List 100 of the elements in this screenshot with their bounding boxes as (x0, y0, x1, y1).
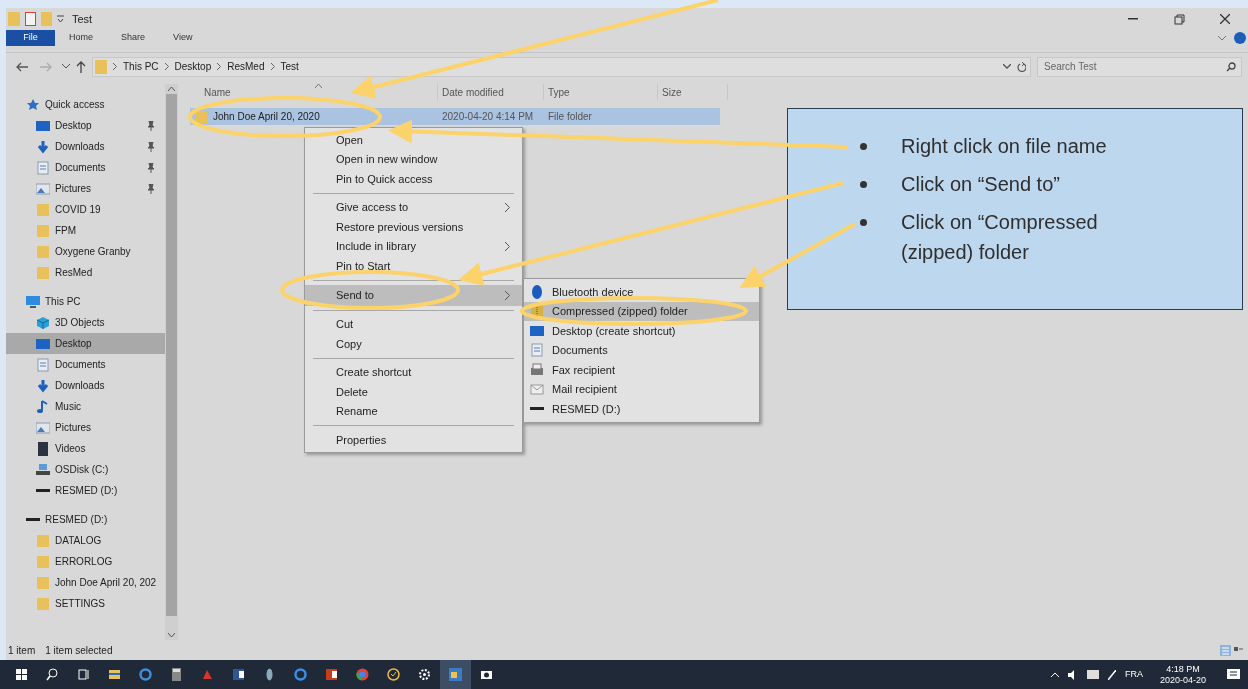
menu-item[interactable]: Documents (524, 340, 759, 360)
nav-item[interactable]: Desktop (6, 115, 165, 136)
calculator-icon[interactable] (169, 667, 184, 682)
menu-item[interactable]: Rename (305, 401, 522, 421)
nav-item[interactable]: Music (6, 396, 165, 417)
menu-item[interactable]: RESMED (D:) (524, 399, 759, 419)
file-row[interactable]: John Doe April 20, 2020 2020-04-20 4:14 PM File folder (190, 108, 720, 125)
search-field[interactable]: Search Test (1037, 56, 1242, 77)
ribbon-tab[interactable]: View (159, 30, 207, 46)
help-icon[interactable] (1234, 32, 1246, 44)
address-field[interactable]: This PC Desktop ResMed Test (92, 56, 1031, 77)
chevron-up-icon[interactable] (1050, 672, 1059, 677)
nav-item[interactable]: Quick access (6, 94, 165, 115)
nav-item[interactable]: SETTINGS (6, 593, 165, 614)
menu-item[interactable]: Create shortcut (305, 362, 522, 382)
search-icon[interactable] (45, 667, 60, 682)
notification-icon[interactable] (1227, 668, 1240, 681)
menu-item[interactable]: Open in new window (305, 149, 522, 169)
circle-icon[interactable] (355, 667, 370, 682)
folder-icon[interactable] (107, 667, 122, 682)
nav-item[interactable]: ERRORLOG (6, 551, 165, 572)
properties-icon[interactable] (25, 12, 36, 26)
check-circle-icon[interactable] (386, 667, 401, 682)
breadcrumb[interactable]: Test (280, 59, 299, 74)
scroll-down-icon[interactable] (168, 632, 175, 638)
menu-item[interactable]: Pin to Quick access (305, 169, 522, 189)
back-icon[interactable] (16, 61, 28, 72)
pen-icon[interactable] (1107, 669, 1116, 680)
menu-item[interactable]: Open (305, 130, 522, 150)
scrollbar-thumb[interactable] (166, 94, 177, 616)
nav-item[interactable]: COVID 19 (6, 199, 165, 220)
dropdown-icon[interactable] (1003, 64, 1011, 69)
network-icon[interactable] (1086, 670, 1099, 679)
nav-item[interactable]: Videos (6, 438, 165, 459)
nav-item[interactable]: RESMED (D:) (6, 509, 165, 530)
menu-item[interactable]: Copy (305, 334, 522, 354)
up-arrow-icon[interactable] (76, 60, 86, 73)
scroll-up-icon[interactable] (168, 86, 175, 92)
item-count: 1 item (8, 643, 36, 658)
menu-item[interactable]: Bluetooth device (524, 282, 759, 302)
ribbon-tab[interactable]: Home (55, 30, 107, 46)
menu-item[interactable]: Restore previous versions (305, 217, 522, 237)
date-modified: 2020-04-20 4:14 PM (441, 110, 535, 124)
nav-item[interactable]: RESMED (D:) (6, 480, 165, 501)
minimize-icon (1128, 18, 1138, 20)
folder-icon (36, 554, 50, 569)
dropdown-icon[interactable] (62, 64, 70, 69)
breadcrumb[interactable]: Desktop (174, 59, 212, 74)
refresh-icon[interactable] (1017, 61, 1026, 72)
folder-icon (36, 265, 50, 280)
nav-item[interactable]: Downloads (6, 136, 165, 157)
customize-icon[interactable] (57, 15, 64, 23)
nav-item[interactable]: FPM (6, 220, 165, 241)
nav-item[interactable]: Pictures (6, 178, 165, 199)
start-icon[interactable] (14, 667, 29, 682)
nav-item[interactable]: John Doe April 20, 202 (6, 572, 165, 593)
settings-icon[interactable] (417, 667, 432, 682)
nav-item[interactable]: Oxygene Granby (6, 241, 165, 262)
nav-item[interactable]: 3D Objects (6, 312, 165, 333)
bluetooth-icon (530, 284, 544, 299)
instruction-text: Click on “Send to” (901, 172, 1061, 197)
chevron-icon[interactable] (1218, 35, 1226, 41)
nav-item[interactable]: ResMed (6, 262, 165, 283)
menu-item[interactable]: Send to (305, 284, 522, 306)
fax-icon (530, 362, 544, 377)
column-header[interactable]: Name (200, 84, 438, 100)
slides-icon[interactable] (324, 667, 339, 682)
language-indicator[interactable]: FRA (1124, 667, 1143, 682)
menu-item[interactable]: Delete (305, 382, 522, 402)
task-view-icon[interactable] (76, 667, 91, 682)
breadcrumb[interactable]: This PC (123, 59, 159, 74)
clock[interactable]: 4:18 PM 2020-04-20 (1159, 663, 1206, 686)
nav-item[interactable]: Desktop (6, 333, 165, 354)
nav-item[interactable]: Documents (6, 354, 165, 375)
column-header[interactable]: Date modified (438, 84, 544, 100)
menu-item[interactable]: Mail recipient (524, 379, 759, 399)
nav-item[interactable]: Pictures (6, 417, 165, 438)
browser-icon[interactable] (138, 667, 153, 682)
nav-item[interactable]: Downloads (6, 375, 165, 396)
menu-item[interactable]: Fax recipient (524, 360, 759, 380)
nav-item[interactable]: This PC (6, 291, 165, 312)
browser-icon[interactable] (293, 667, 308, 682)
menu-item[interactable]: Cut (305, 314, 522, 334)
nav-item[interactable]: DATALOG (6, 530, 165, 551)
nav-item[interactable]: Documents (6, 157, 165, 178)
menu-item[interactable]: Pin to Start (305, 256, 522, 276)
column-header[interactable]: Type (544, 84, 658, 100)
download-icon (36, 139, 50, 154)
file-tab[interactable]: File (6, 30, 55, 46)
menu-item[interactable]: Give access to (305, 197, 522, 217)
word-icon[interactable] (231, 667, 246, 682)
menu-item[interactable]: Desktop (create shortcut) (524, 321, 759, 341)
instruction-text: Click on “Compressed (zipped) folder (901, 210, 1099, 265)
column-header[interactable]: Size (658, 84, 728, 100)
ribbon-tab[interactable]: Share (107, 30, 160, 46)
mail-icon[interactable] (448, 667, 463, 682)
breadcrumb[interactable]: ResMed (227, 59, 265, 74)
nav-item[interactable]: OSDisk (C:) (6, 459, 165, 480)
menu-item[interactable]: Properties (305, 430, 522, 450)
menu-item[interactable]: Include in library (305, 236, 522, 256)
